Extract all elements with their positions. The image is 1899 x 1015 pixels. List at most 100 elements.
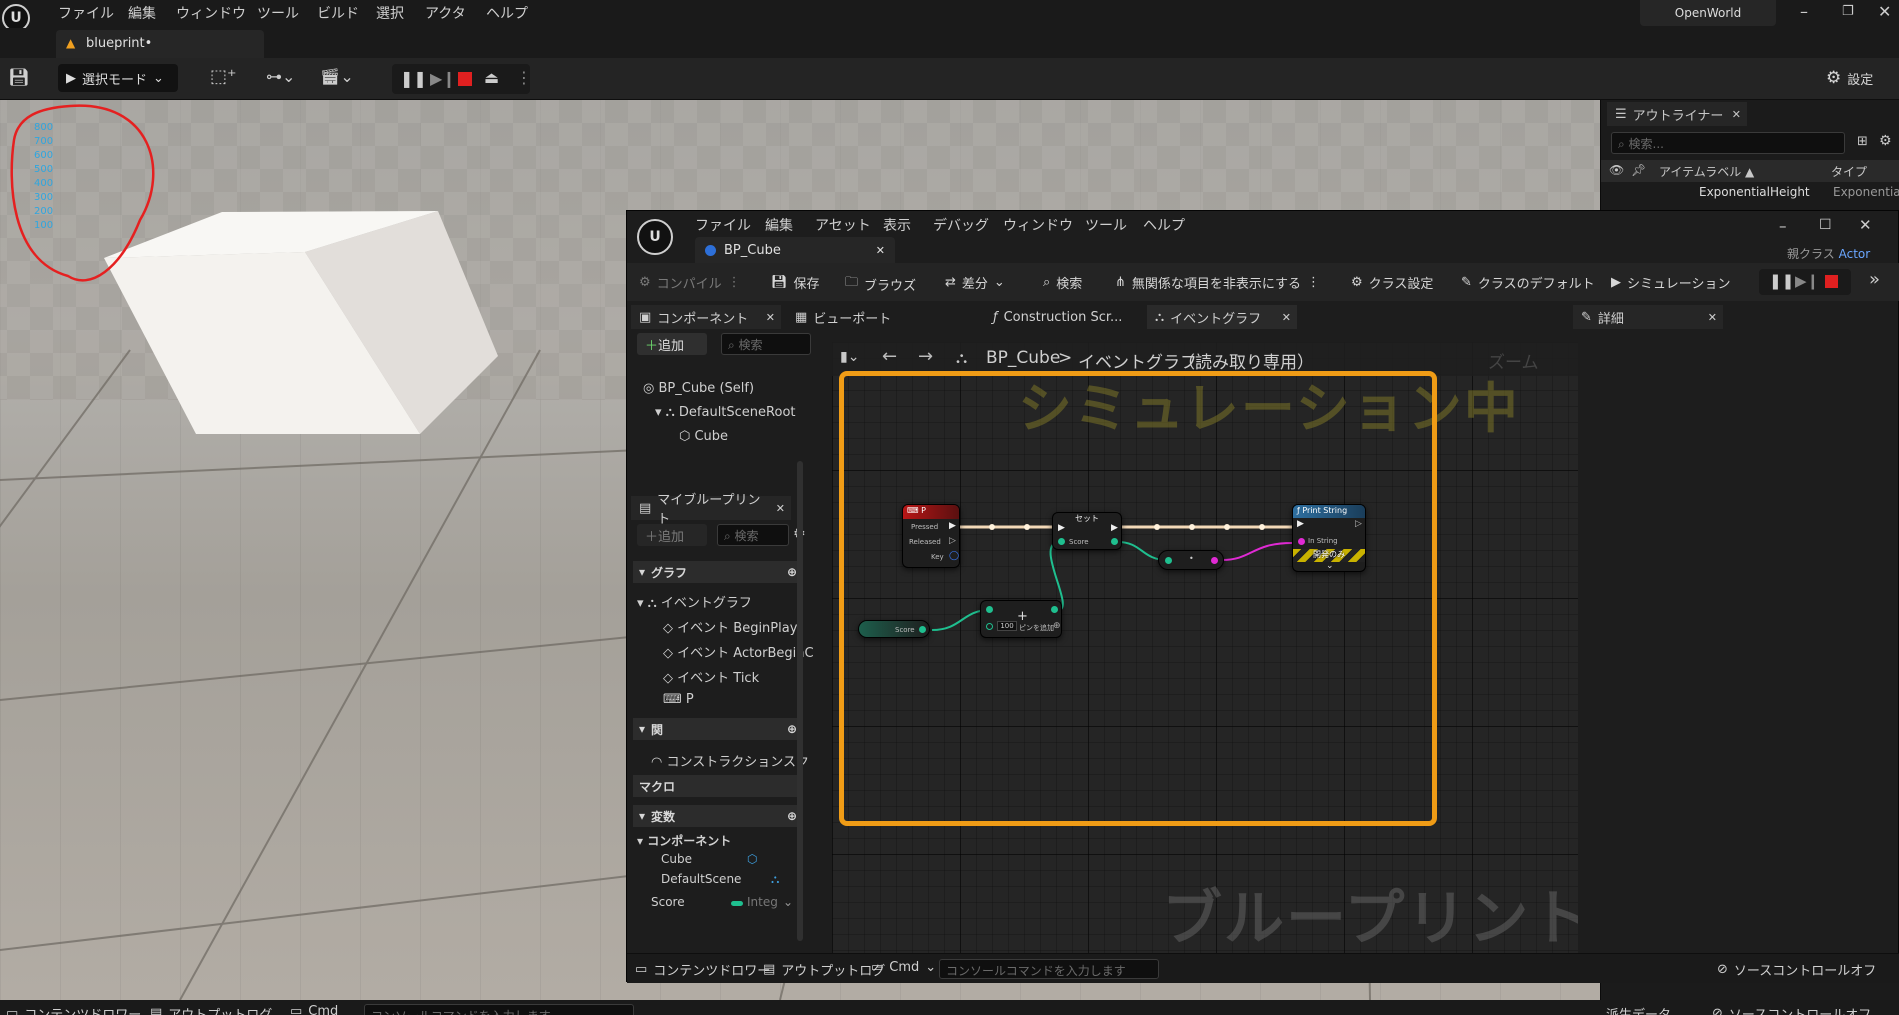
bp-menu-help[interactable]: ヘルプ <box>1143 215 1185 235</box>
add-actor-icon[interactable]: ⬚⁺ <box>210 66 237 87</box>
exec-pin-icon[interactable]: ▶ <box>1297 519 1304 529</box>
menu-build[interactable]: ビルド <box>317 3 359 23</box>
event-graph-canvas[interactable]: ▮⌄ ← → ⛬ BP_Cube > イベントグラフ （読み取り専用） ズーム … <box>832 342 1578 962</box>
tab-my-blueprint[interactable]: ▤ マイブループリント ✕ <box>631 493 791 527</box>
col-type[interactable]: タイプ <box>1831 163 1867 180</box>
close-icon[interactable]: ✕ <box>1708 311 1723 324</box>
chevron-down-icon[interactable]: ⌄ <box>1326 561 1334 571</box>
console-command-input[interactable]: コンソールコマンドを入力します <box>939 959 1159 979</box>
outliner-row[interactable]: ExponentialHeight Exponentia <box>1601 184 1899 202</box>
restore-icon[interactable]: ❐ <box>1842 4 1854 19</box>
const-value-input[interactable]: 100 <box>997 621 1017 631</box>
int-pin-icon[interactable] <box>986 623 993 630</box>
bp-menu-window[interactable]: ウィンドウ <box>1003 215 1073 235</box>
output-log-button[interactable]: ▤アウトプットログ <box>150 1004 272 1015</box>
event-begin-play[interactable]: ◇ イベント BeginPlay <box>663 617 797 636</box>
derived-data-button[interactable]: 派生データ <box>1606 1004 1671 1015</box>
var-default-scene[interactable]: DefaultScene ⛬ <box>661 872 779 886</box>
close-icon[interactable]: ✕ <box>776 502 791 515</box>
component-default-scene-root[interactable]: ▾ ⛬ DefaultSceneRoot <box>655 405 796 420</box>
add-circle-icon[interactable]: ⊕ <box>1053 621 1061 631</box>
content-drawer-button[interactable]: ▭コンテンツドロワー <box>6 1004 141 1015</box>
tab-blueprint-level[interactable]: ▲ blueprint• <box>56 30 264 58</box>
var-score[interactable]: Score Integ ⌄ <box>651 895 801 909</box>
settings-button[interactable]: ⚙ 設定 <box>1826 68 1873 88</box>
mybp-search-input[interactable]: ⌕ 検索 <box>717 524 789 546</box>
content-drawer-button[interactable]: ▭コンテンツドロワー <box>635 960 770 979</box>
minimize-icon[interactable]: – <box>1779 217 1787 235</box>
node-set-score[interactable]: セット ▶ ▶ Score <box>1052 512 1122 550</box>
menu-file[interactable]: ファイル <box>58 3 114 23</box>
cmd-dropdown[interactable]: ▭ Cmd ⌄ <box>871 960 936 975</box>
add-member-button[interactable]: ＋追加 <box>637 524 707 546</box>
var-cube[interactable]: Cube ⬡ <box>661 852 757 866</box>
select-mode-dropdown[interactable]: ▶ 選択モード ⌄ <box>58 64 178 92</box>
bp-menu-asset[interactable]: アセット <box>815 215 871 235</box>
tab-viewport[interactable]: ▦ ビューポート <box>787 305 917 329</box>
section-functions[interactable]: ▾ 関 ⊕ <box>633 718 803 740</box>
more-icon[interactable]: ⋮ <box>516 68 532 87</box>
stop-icon[interactable] <box>458 72 472 86</box>
tab-outliner[interactable]: ☰ アウトライナー ✕ <box>1607 102 1747 126</box>
tab-event-graph[interactable]: ⛬ イベントグラフ ✕ <box>1147 305 1297 329</box>
bp-menu-debug[interactable]: デバッグ <box>933 215 989 235</box>
tab-construction-script[interactable]: ƒ Construction Scr... <box>985 305 1135 329</box>
blueprint-menu-icon[interactable]: ⊶⌄ <box>266 67 295 86</box>
close-icon[interactable]: ✕ <box>766 311 781 324</box>
add-component-button[interactable]: ＋追加 <box>637 333 707 355</box>
cinematics-icon[interactable]: 🎬︎⌄ <box>320 67 354 86</box>
event-actor-begin-overlap[interactable]: ◇ イベント ActorBeginC <box>663 642 814 661</box>
section-variables[interactable]: ▾ 変数 ⊕ <box>633 805 803 827</box>
components-search-input[interactable]: ⌕ 検索 <box>721 333 811 355</box>
source-control-button[interactable]: ⊘ソースコントロールオフ <box>1712 1004 1871 1015</box>
cmd-dropdown[interactable]: ▭ Cmd <box>290 1004 338 1015</box>
var-category-components[interactable]: ▾ コンポーネント <box>637 832 731 849</box>
string-pin-icon[interactable] <box>1211 557 1218 564</box>
int-pin-icon[interactable] <box>1051 606 1058 613</box>
search-button[interactable]: ⌕ 検索 <box>1043 273 1082 292</box>
col-item-label[interactable]: アイテムラベル ▲ <box>1659 163 1754 180</box>
output-log-button[interactable]: ▤アウトプットログ <box>763 960 885 979</box>
maximize-icon[interactable]: ☐ <box>1819 217 1832 233</box>
bp-menu-file[interactable]: ファイル <box>695 215 751 235</box>
node-add[interactable]: + 100 ピンを追加 ⊕ <box>980 600 1062 638</box>
save-button[interactable]: 💾︎ 保存 <box>771 273 820 292</box>
class-settings-button[interactable]: ⚙ クラス設定 <box>1351 273 1433 292</box>
exec-pin-icon[interactable]: ▶ <box>1058 523 1065 533</box>
console-command-input[interactable]: コンソールコマンドを入力します <box>364 1004 634 1015</box>
tab-components[interactable]: ▣ コンポーネント ✕ <box>631 305 781 329</box>
section-macros[interactable]: マクロ <box>633 775 803 797</box>
pause-icon[interactable]: ❚❚ <box>1769 272 1794 290</box>
step-icon[interactable]: ▶❙ <box>430 69 456 88</box>
component-cube[interactable]: ⬡ Cube <box>679 429 728 444</box>
bp-menu-view[interactable]: 表示 <box>883 215 911 235</box>
menu-help[interactable]: ヘルプ <box>486 3 528 23</box>
simulation-button[interactable]: ▶ シミュレーション <box>1611 273 1730 292</box>
close-icon[interactable]: ✕ <box>876 244 895 257</box>
close-icon[interactable]: ✕ <box>1732 108 1747 121</box>
source-control-button[interactable]: ⊘ソースコントロールオフ <box>1717 960 1876 979</box>
add-pin-label[interactable]: ピンを追加 <box>1019 623 1054 633</box>
menu-select[interactable]: 選択 <box>376 3 404 23</box>
node-get-score[interactable]: Score <box>858 620 930 638</box>
int-pin-icon[interactable] <box>986 606 993 613</box>
section-graph[interactable]: ▾ グラフ ⊕ <box>633 561 803 583</box>
pin-icon[interactable]: 📌︎ <box>1631 163 1646 177</box>
string-pin-icon[interactable] <box>1298 538 1305 545</box>
int-pin-icon[interactable] <box>1058 538 1065 545</box>
exec-pin-icon[interactable]: ▷ <box>1355 519 1362 529</box>
event-key-p[interactable]: ⌨ P <box>663 692 694 707</box>
event-graph-item[interactable]: ▾ ⛬ イベントグラフ <box>637 592 752 611</box>
pause-icon[interactable]: ❚❚ <box>400 69 427 88</box>
menu-edit[interactable]: 編集 <box>128 3 156 23</box>
int-pin-icon[interactable] <box>919 626 926 633</box>
exec-pin-icon[interactable]: ▶ <box>949 521 956 531</box>
add-folder-icon[interactable]: ⊞ <box>1857 134 1868 149</box>
exec-pin-icon[interactable]: ▷ <box>949 536 956 546</box>
expand-toolbar-icon[interactable]: » <box>1869 269 1880 290</box>
browse-button[interactable]: 🗀 ブラウズ <box>845 273 916 295</box>
event-tick[interactable]: ◇ イベント Tick <box>663 667 759 686</box>
node-print-string[interactable]: ƒ Print String ▶ ▷ In String 開発のみ ⌄ <box>1292 504 1366 572</box>
close-icon[interactable]: ✕ <box>1859 216 1872 234</box>
mybp-scrollbar[interactable] <box>797 461 803 941</box>
